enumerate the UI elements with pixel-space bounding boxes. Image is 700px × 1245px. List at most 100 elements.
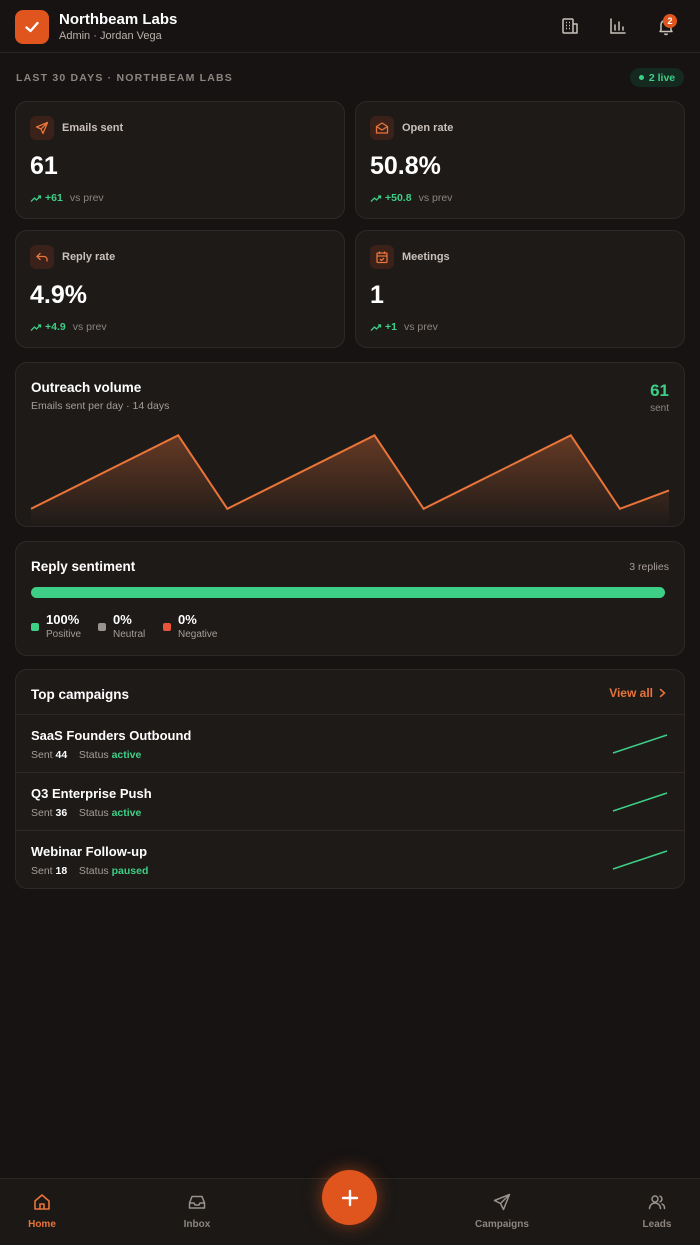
live-dot bbox=[638, 75, 644, 80]
campaign-name: Q3 Enterprise Push bbox=[31, 786, 152, 801]
stat-card-reply-rate[interactable]: Reply rate 4.9% +4.9 vs prev bbox=[15, 230, 345, 348]
legend-dot-negative bbox=[163, 623, 171, 631]
stat-value: 61 bbox=[30, 152, 58, 180]
stat-value: 50.8% bbox=[370, 152, 441, 180]
campaigns-title: Top campaigns bbox=[31, 687, 130, 702]
view-all-label: View all bbox=[609, 686, 653, 700]
delta-value: +50.8 bbox=[385, 192, 412, 204]
sentiment-bar bbox=[31, 587, 665, 598]
reply-icon bbox=[30, 245, 54, 269]
reply-sentiment-card: Reply sentiment 3 replies 100% Positive … bbox=[15, 541, 685, 656]
delta-value: +4.9 bbox=[45, 321, 66, 333]
nav-label: Home bbox=[28, 1219, 56, 1230]
live-count: 2 live bbox=[648, 71, 676, 84]
chevron-right-icon bbox=[659, 688, 666, 698]
status-badge: active bbox=[111, 749, 142, 761]
stat-card-meetings[interactable]: Meetings 1 +1 vs prev bbox=[355, 230, 685, 348]
nav-item-inbox[interactable]: Inbox bbox=[157, 1191, 237, 1230]
sentiment-label: Positive bbox=[46, 629, 82, 640]
campaign-name: Webinar Follow-up bbox=[31, 844, 148, 859]
stat-delta: +1 vs prev bbox=[370, 321, 438, 333]
delta-caption: vs prev bbox=[403, 321, 438, 333]
trend-up-icon bbox=[30, 194, 42, 202]
chart-title: Outreach volume bbox=[31, 380, 142, 395]
mail-open-icon bbox=[370, 116, 394, 140]
nav-item-campaigns[interactable]: Campaigns bbox=[462, 1191, 542, 1230]
chart-subtitle: Emails sent per day · 14 days bbox=[31, 400, 170, 412]
trend-up-icon bbox=[370, 323, 382, 331]
brand-logo[interactable] bbox=[15, 10, 49, 44]
nav-item-home[interactable]: Home bbox=[2, 1191, 82, 1230]
inbox-icon bbox=[157, 1191, 237, 1213]
campaign-sparkline bbox=[612, 850, 668, 870]
check-icon bbox=[25, 21, 39, 33]
calendar-check-icon bbox=[370, 245, 394, 269]
bar-chart-icon[interactable] bbox=[607, 15, 629, 37]
campaign-name: SaaS Founders Outbound bbox=[31, 728, 192, 743]
volume-total: 61 bbox=[650, 381, 669, 400]
campaign-meta: Sent 44 Status active bbox=[31, 749, 141, 761]
send-icon bbox=[30, 116, 54, 140]
sentiment-title: Reply sentiment bbox=[31, 559, 136, 574]
app-header: Northbeam Labs Admin · Jordan Vega 2 bbox=[0, 0, 700, 53]
sentiment-count: 3 replies bbox=[629, 561, 669, 573]
trend-up-icon bbox=[370, 194, 382, 202]
sent-count: 18 bbox=[55, 865, 68, 877]
legend-dot-neutral bbox=[98, 623, 106, 631]
sent-count: 36 bbox=[55, 807, 68, 819]
brand-subtitle: Admin · Jordan Vega bbox=[59, 30, 162, 42]
building-icon[interactable] bbox=[559, 15, 581, 37]
status-label: Status bbox=[78, 807, 109, 819]
campaign-row[interactable]: SaaS Founders Outbound Sent 44 Status ac… bbox=[16, 714, 684, 772]
stat-value: 1 bbox=[370, 281, 384, 309]
stat-delta: +61 vs prev bbox=[30, 192, 104, 204]
stat-label: Reply rate bbox=[62, 251, 116, 263]
stat-label: Emails sent bbox=[62, 122, 124, 134]
stat-card-emails-sent[interactable]: Emails sent 61 +61 vs prev bbox=[15, 101, 345, 219]
live-status-badge: 2 live bbox=[630, 68, 684, 87]
nav-label: Leads bbox=[642, 1219, 672, 1230]
sentiment-percent: 0% bbox=[113, 612, 132, 627]
stat-label: Meetings bbox=[402, 251, 450, 263]
top-campaigns-card: Top campaigns View all SaaS Founders Out… bbox=[15, 669, 685, 889]
stat-label: Open rate bbox=[402, 122, 454, 134]
status-badge: active bbox=[111, 807, 142, 819]
delta-caption: vs prev bbox=[72, 321, 107, 333]
campaign-row[interactable]: Q3 Enterprise Push Sent 36 Status active bbox=[16, 772, 684, 830]
nav-label: Campaigns bbox=[475, 1219, 529, 1230]
plus-icon bbox=[341, 1189, 358, 1206]
notification-badge: 2 bbox=[663, 14, 677, 28]
delta-caption: vs prev bbox=[418, 192, 453, 204]
sentiment-bar-positive bbox=[31, 587, 665, 598]
sentiment-percent: 0% bbox=[178, 612, 197, 627]
delta-value: +1 bbox=[385, 321, 397, 333]
stat-delta: +4.9 vs prev bbox=[30, 321, 107, 333]
sentiment-label: Neutral bbox=[113, 629, 146, 640]
campaign-meta: Sent 36 Status active bbox=[31, 807, 141, 819]
trend-up-icon bbox=[30, 323, 42, 331]
sent-label: Sent bbox=[31, 865, 53, 877]
campaign-meta: Sent 18 Status paused bbox=[31, 865, 148, 877]
chart-area-fill bbox=[31, 435, 669, 527]
status-label: Status bbox=[78, 749, 109, 761]
nav-item-leads[interactable]: Leads bbox=[617, 1191, 697, 1230]
campaign-row[interactable]: Webinar Follow-up Sent 18 Status paused bbox=[16, 830, 684, 888]
brand-name: Northbeam Labs bbox=[59, 11, 178, 28]
stat-card-open-rate[interactable]: Open rate 50.8% +50.8 vs prev bbox=[355, 101, 685, 219]
stat-value: 4.9% bbox=[30, 281, 87, 309]
campaign-sparkline bbox=[612, 792, 668, 812]
range-label: LAST 30 DAYS · NORTHBEAM LABS bbox=[16, 72, 234, 84]
send-icon bbox=[462, 1191, 542, 1213]
status-label: Status bbox=[78, 865, 109, 877]
status-badge: paused bbox=[111, 865, 149, 877]
users-icon bbox=[617, 1191, 697, 1213]
sentiment-label: Negative bbox=[178, 629, 218, 640]
sentiment-percent: 100% bbox=[46, 612, 80, 627]
view-all-link[interactable]: View all bbox=[609, 686, 666, 700]
nav-label: Inbox bbox=[183, 1219, 211, 1230]
create-button[interactable] bbox=[322, 1170, 377, 1225]
outreach-volume-chart bbox=[30, 434, 670, 527]
delta-caption: vs prev bbox=[69, 192, 104, 204]
delta-value: +61 bbox=[45, 192, 63, 204]
outreach-volume-card: Outreach volume Emails sent per day · 14… bbox=[15, 362, 685, 527]
